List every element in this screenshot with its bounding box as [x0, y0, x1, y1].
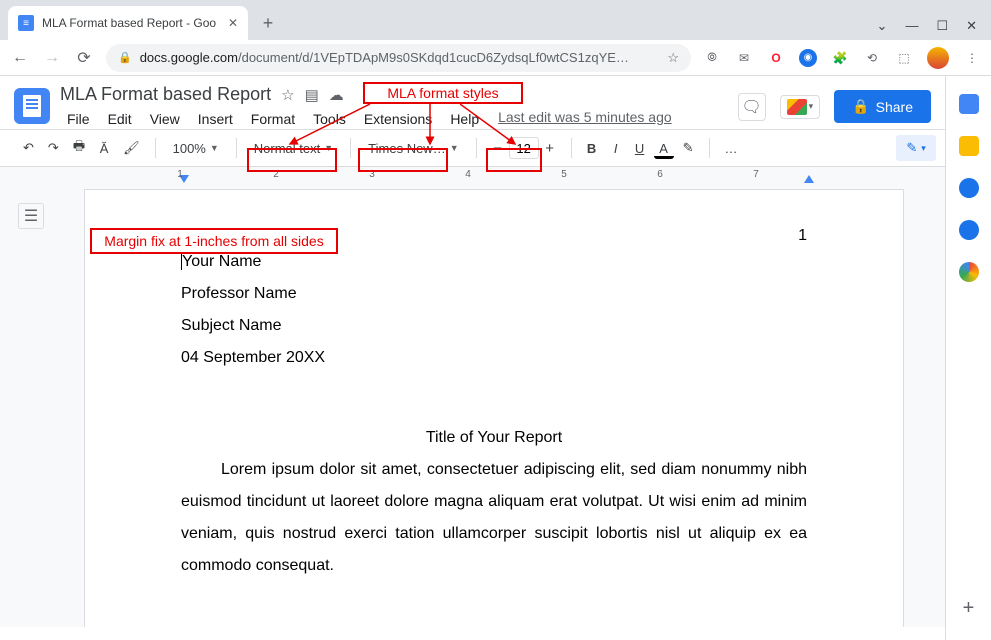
menu-view[interactable]: View — [143, 109, 187, 129]
contacts-icon[interactable] — [959, 220, 979, 240]
forward-button: → — [42, 49, 62, 67]
annotation-margin-box: Margin fix at 1-inches from all sides — [90, 228, 338, 254]
paint-format-button[interactable]: 🖌 — [118, 136, 145, 160]
undo-button[interactable]: ↶ — [18, 136, 39, 160]
comments-icon[interactable]: 🗨 — [738, 93, 766, 121]
tasks-icon[interactable] — [959, 178, 979, 198]
doc-line-name: Your Name — [182, 253, 261, 270]
calendar-icon[interactable] — [959, 94, 979, 114]
redo-button[interactable]: ↷ — [43, 136, 64, 160]
mail-icon[interactable]: ✉ — [735, 49, 753, 67]
doc-report-title: Title of Your Report — [181, 422, 807, 454]
extension-icon[interactable]: 🧩 — [831, 49, 849, 67]
minimize-icon[interactable]: ― — [905, 18, 918, 34]
doc-line-professor: Professor Name — [181, 278, 807, 310]
add-addon-icon[interactable]: + — [963, 597, 975, 620]
editing-mode-button[interactable]: ✎ ▾ — [896, 135, 935, 161]
star-doc-icon[interactable]: ☆ — [281, 86, 294, 104]
translate-icon[interactable]: ⦾ — [703, 49, 721, 67]
maps-icon[interactable] — [959, 262, 979, 282]
lock-share-icon: 🔒 — [852, 98, 869, 115]
share-button[interactable]: 🔒Share — [834, 90, 931, 123]
close-tab-icon[interactable]: ✕ — [228, 16, 238, 30]
page-number: 1 — [798, 220, 807, 252]
move-doc-icon[interactable]: ▤ — [305, 86, 319, 104]
address-bar[interactable]: 🔒 docs.google.com/document/d/1VEpTDApM9s… — [106, 44, 691, 72]
arrow-to-style — [280, 104, 380, 148]
cloud-status-icon[interactable]: ☁ — [329, 86, 344, 104]
menu-bar: File Edit View Insert Format Tools Exten… — [60, 109, 728, 129]
reload-button[interactable]: ⟳ — [74, 48, 94, 68]
spellcheck-button[interactable]: Ă — [94, 137, 114, 160]
menu-edit[interactable]: Edit — [101, 109, 139, 129]
arrow-to-size — [460, 104, 540, 148]
star-icon[interactable]: ☆ — [667, 50, 679, 66]
shield-icon[interactable]: ◉ — [799, 49, 817, 67]
browser-tab[interactable]: ≡ MLA Format based Report - Goo ✕ — [8, 6, 248, 40]
menu-file[interactable]: File — [60, 109, 97, 129]
lock-icon: 🔒 — [118, 51, 132, 64]
profile-avatar[interactable] — [927, 47, 949, 69]
text-color-button[interactable]: A — [654, 137, 674, 159]
opera-icon[interactable]: O — [767, 49, 785, 67]
underline-button[interactable]: U — [630, 137, 650, 160]
document-page[interactable]: 1 Your Name Professor Name Subject Name … — [84, 189, 904, 627]
docs-logo[interactable] — [14, 88, 50, 124]
zoom-dropdown[interactable]: 100%▼ — [166, 138, 226, 159]
meet-button[interactable]: ▾ — [780, 95, 821, 119]
annotation-styles-box: MLA format styles — [363, 82, 523, 104]
chevron-down-icon[interactable]: ⌄ — [877, 18, 888, 34]
highlight-button[interactable]: ✎ — [678, 136, 699, 160]
download-icon[interactable]: ⬚ — [895, 49, 913, 67]
back-button[interactable]: ← — [10, 49, 30, 67]
tab-title: MLA Format based Report - Goo — [42, 16, 216, 30]
maximize-icon[interactable]: ☐ — [936, 18, 948, 34]
menu-insert[interactable]: Insert — [191, 109, 240, 129]
print-button[interactable]: 🖶 — [68, 133, 90, 163]
close-window-icon[interactable]: ✕ — [966, 18, 977, 34]
url-text: docs.google.com/document/d/1VEpTDApM9s0S… — [140, 50, 660, 65]
right-indent-marker[interactable] — [804, 175, 814, 183]
bold-button[interactable]: B — [582, 137, 602, 160]
new-tab-button[interactable]: + — [254, 9, 282, 37]
sync-icon[interactable]: ⟲ — [863, 49, 881, 67]
keep-icon[interactable] — [959, 136, 979, 156]
docs-favicon: ≡ — [18, 15, 34, 31]
highlight-fontsize-box — [486, 148, 542, 172]
italic-button[interactable]: I — [606, 137, 626, 160]
outline-toggle-icon[interactable]: ☰ — [18, 203, 44, 229]
more-tools-button[interactable]: … — [720, 137, 743, 160]
document-title[interactable]: MLA Format based Report — [60, 84, 271, 105]
menu-dots-icon[interactable]: ⋮ — [963, 49, 981, 67]
doc-line-subject: Subject Name — [181, 310, 807, 342]
arrow-to-font — [420, 104, 440, 148]
doc-body-paragraph: Lorem ipsum dolor sit amet, consectetuer… — [181, 454, 807, 582]
highlight-font-box — [358, 148, 448, 172]
highlight-style-box — [247, 148, 337, 172]
doc-line-date: 04 September 20XX — [181, 342, 807, 374]
